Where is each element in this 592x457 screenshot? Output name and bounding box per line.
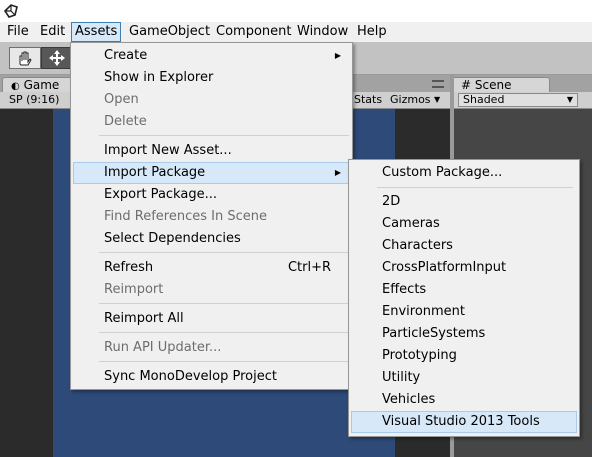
- game-tab-icon: ◐: [11, 81, 20, 92]
- shading-label: Shaded: [463, 93, 505, 106]
- menu-component[interactable]: Component: [216, 22, 291, 42]
- menu-bar: File Edit Assets GameObject Component Wi…: [0, 22, 592, 42]
- submenu-item-visual-studio-2013-tools[interactable]: Visual Studio 2013 Tools: [351, 411, 577, 433]
- import-package-submenu: Custom Package... 2D Cameras Characters …: [348, 159, 580, 437]
- menu-item-select-dependencies[interactable]: Select Dependencies: [73, 228, 349, 250]
- dropdown-arrow-icon: ▼: [566, 95, 573, 104]
- submenu-arrow-icon: ▶: [334, 51, 341, 60]
- dropdown-arrow-icon: ▼: [434, 95, 441, 104]
- menu-item-sync-monodevelop[interactable]: Sync MonoDevelop Project: [73, 366, 349, 388]
- aspect-dropdown[interactable]: SP (9:16): [9, 92, 59, 108]
- menu-separator: [99, 303, 349, 304]
- tab-menu-icon[interactable]: [432, 80, 444, 88]
- submenu-item-vehicles[interactable]: Vehicles: [351, 389, 577, 411]
- menu-file[interactable]: File: [7, 22, 29, 42]
- menu-help[interactable]: Help: [357, 22, 387, 42]
- submenu-item-custom-package[interactable]: Custom Package...: [351, 162, 577, 184]
- submenu-item-cameras[interactable]: Cameras: [351, 213, 577, 235]
- shading-dropdown[interactable]: Shaded ▼: [458, 93, 578, 107]
- title-bar: [0, 0, 592, 22]
- menu-separator: [99, 332, 349, 333]
- hand-tool-icon: [19, 51, 32, 66]
- menu-separator: [99, 135, 349, 136]
- tab-scene-label: # Scene: [461, 78, 512, 92]
- refresh-shortcut: Ctrl+R: [287, 260, 331, 275]
- menu-item-show-in-explorer[interactable]: Show in Explorer: [73, 67, 349, 89]
- menu-item-import-package[interactable]: Import Package ▶: [73, 162, 350, 184]
- menu-item-find-references: Find References In Scene: [104, 209, 267, 224]
- menu-item-open: Open: [104, 92, 139, 107]
- menu-item-export-package[interactable]: Export Package...: [73, 184, 349, 206]
- submenu-item-crossplatforminput[interactable]: CrossPlatformInput: [351, 257, 577, 279]
- submenu-item-2d[interactable]: 2D: [351, 191, 577, 213]
- assets-menu: Create ▶ Show in Explorer Open Delete Im…: [70, 42, 353, 390]
- menu-item-reimport-all[interactable]: Reimport All: [73, 308, 349, 330]
- menu-item-reimport: Reimport: [104, 282, 164, 297]
- hand-tool-button[interactable]: [9, 47, 41, 69]
- menu-assets[interactable]: Assets: [71, 22, 122, 42]
- stats-button[interactable]: Stats: [354, 92, 382, 108]
- menu-gameobject[interactable]: GameObject: [129, 22, 210, 42]
- menu-item-create[interactable]: Create ▶: [73, 45, 349, 67]
- menu-separator: [377, 187, 573, 188]
- submenu-item-particlesystems[interactable]: ParticleSystems: [351, 323, 577, 345]
- menu-edit[interactable]: Edit: [40, 22, 65, 42]
- tab-game[interactable]: ◐ Game: [2, 77, 72, 92]
- submenu-item-utility[interactable]: Utility: [351, 367, 577, 389]
- move-tool-icon: [49, 50, 65, 66]
- menu-item-import-new-asset[interactable]: Import New Asset...: [73, 140, 349, 162]
- menu-separator: [99, 361, 349, 362]
- tab-game-label: Game: [23, 78, 60, 92]
- submenu-item-effects[interactable]: Effects: [351, 279, 577, 301]
- submenu-item-characters[interactable]: Characters: [351, 235, 577, 257]
- gizmos-dropdown[interactable]: Gizmos: [390, 92, 431, 108]
- submenu-item-environment[interactable]: Environment: [351, 301, 577, 323]
- menu-item-delete: Delete: [104, 114, 147, 129]
- tab-scene[interactable]: # Scene: [452, 77, 550, 92]
- menu-item-refresh-label: Refresh: [104, 260, 154, 275]
- menu-item-run-api-updater: Run API Updater...: [104, 340, 222, 355]
- menu-item-refresh[interactable]: Refresh Ctrl+R: [73, 257, 349, 279]
- menu-window[interactable]: Window: [297, 22, 348, 42]
- menu-item-create-label: Create: [104, 48, 148, 63]
- unity-logo-icon: [3, 4, 18, 18]
- submenu-item-prototyping[interactable]: Prototyping: [351, 345, 577, 367]
- move-tool-button[interactable]: [41, 47, 73, 69]
- submenu-arrow-icon: ▶: [334, 168, 341, 177]
- menu-separator: [99, 252, 349, 253]
- menu-item-import-package-label: Import Package: [104, 165, 206, 180]
